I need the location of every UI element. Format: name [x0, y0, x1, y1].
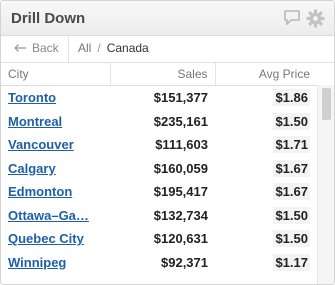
drill-down-widget: Drill Down Back All / Canada City Sales … — [0, 0, 335, 285]
price-cell: $1.86 — [215, 86, 317, 110]
city-cell: Winnipeg — [1, 251, 110, 275]
price-cell: $1.50 — [215, 227, 317, 251]
column-header-avg-price[interactable]: Avg Price — [215, 63, 317, 86]
table-header-row: City Sales Avg Price — [1, 63, 317, 86]
price-cell: $1.67 — [215, 157, 317, 181]
data-table: City Sales Avg Price Toronto $151,377 $1… — [1, 63, 317, 274]
drill-nav-bar: Back All / Canada — [1, 36, 334, 63]
price-value: $1.67 — [273, 159, 310, 177]
city-link[interactable]: Winnipeg — [8, 255, 66, 270]
back-label: Back — [32, 41, 59, 55]
city-link[interactable]: Edmonton — [8, 184, 72, 199]
price-value: $1.50 — [273, 206, 310, 224]
price-value: $1.86 — [273, 89, 310, 107]
scrollbar-thumb[interactable] — [322, 88, 331, 120]
arrow-left-icon — [14, 44, 26, 52]
nav-divider — [68, 36, 69, 62]
price-value: $1.67 — [273, 183, 310, 201]
sales-cell: $132,734 — [153, 207, 208, 223]
breadcrumb-all[interactable]: All — [78, 41, 91, 55]
price-value: $1.17 — [273, 253, 310, 271]
vertical-scrollbar[interactable] — [317, 85, 334, 284]
data-table-container: City Sales Avg Price Toronto $151,377 $1… — [1, 63, 334, 284]
city-link[interactable]: Montreal — [8, 114, 62, 129]
table-row: Calgary $160,059 $1.67 — [1, 157, 317, 181]
gear-icon[interactable] — [306, 9, 325, 33]
city-link[interactable]: Calgary — [8, 161, 56, 176]
city-link[interactable]: Vancouver — [8, 137, 74, 152]
city-cell: Calgary — [1, 157, 110, 181]
price-cell: $1.50 — [215, 204, 317, 228]
table-row: Quebec City $120,631 $1.50 — [1, 227, 317, 251]
table-row: Vancouver $111,603 $1.71 — [1, 133, 317, 157]
city-link[interactable]: Toronto — [8, 90, 56, 105]
city-cell: Toronto — [1, 86, 110, 110]
widget-title: Drill Down — [11, 10, 86, 27]
breadcrumb-separator: / — [97, 41, 101, 55]
comment-icon[interactable] — [283, 9, 301, 31]
city-cell: Vancouver — [1, 133, 110, 157]
sales-cell: $195,417 — [153, 184, 208, 200]
widget-header: Drill Down — [1, 1, 334, 36]
city-cell: Ottawa–Ga… — [1, 204, 110, 228]
city-cell: Edmonton — [1, 180, 110, 204]
city-link[interactable]: Quebec City — [8, 231, 84, 246]
column-header-city[interactable]: City — [1, 63, 111, 86]
price-value: $1.50 — [273, 230, 310, 248]
price-cell: $1.50 — [215, 110, 317, 134]
sales-cell: $151,377 — [153, 90, 208, 106]
price-value: $1.71 — [273, 136, 310, 154]
sales-cell: $111,603 — [155, 137, 208, 153]
table-row: Toronto $151,377 $1.86 — [1, 86, 317, 110]
sales-cell: $160,059 — [153, 160, 208, 176]
price-cell: $1.17 — [215, 251, 317, 275]
column-header-sales[interactable]: Sales — [110, 63, 216, 86]
sales-cell: $92,371 — [161, 254, 208, 270]
table-row: Ottawa–Ga… $132,734 $1.50 — [1, 204, 317, 228]
back-button[interactable]: Back — [13, 41, 59, 55]
price-cell: $1.71 — [215, 133, 317, 157]
table-row: Edmonton $195,417 $1.67 — [1, 180, 317, 204]
breadcrumb-current: Canada — [106, 41, 149, 55]
breadcrumb: All / Canada — [78, 41, 149, 55]
price-value: $1.50 — [273, 112, 310, 130]
city-cell: Quebec City — [1, 227, 110, 251]
city-link[interactable]: Ottawa–Ga… — [8, 208, 89, 223]
sales-cell: $235,161 — [153, 113, 208, 129]
city-cell: Montreal — [1, 110, 110, 134]
sales-cell: $120,631 — [153, 231, 208, 247]
table-row: Montreal $235,161 $1.50 — [1, 110, 317, 134]
price-cell: $1.67 — [215, 180, 317, 204]
table-row: Winnipeg $92,371 $1.17 — [1, 251, 317, 275]
